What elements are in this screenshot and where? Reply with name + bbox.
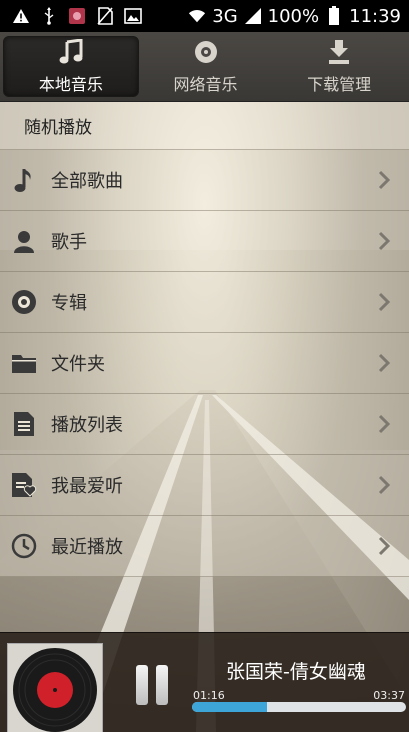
menu-item-all-songs[interactable]: 全部歌曲 [0,150,409,211]
status-bar: 3G 100% 11:39 [0,0,409,32]
network-type: 3G [212,5,238,27]
pause-icon [136,665,148,705]
total-time: 03:37 [373,689,405,702]
song-title: 张国荣-倩女幽魂 [226,661,366,683]
usb-icon [40,7,58,25]
tab-online-music[interactable]: 网络音乐 [139,36,273,97]
signal-icon [244,7,262,25]
menu-item-folders[interactable]: 文件夹 [0,333,409,394]
clock-icon [11,533,37,559]
progress-fill [192,702,267,712]
menu-item-label: 全部歌曲 [51,171,123,192]
app-notification-icon [68,7,86,25]
battery-percent: 100% [267,5,320,27]
chevron-right-icon [378,475,391,495]
chevron-right-icon [378,170,391,190]
vinyl-record-icon [13,648,97,732]
folder-icon [11,350,37,376]
tab-label: 本地音乐 [38,74,103,94]
album-art[interactable] [7,643,103,732]
chevron-right-icon [378,292,391,312]
menu-item-recent[interactable]: 最近播放 [0,516,409,577]
menu-item-artists[interactable]: 歌手 [0,211,409,272]
image-icon [124,7,142,25]
music-note-icon [11,167,37,193]
favorite-list-icon [11,472,37,498]
library-menu: 全部歌曲 歌手 专辑 文件夹 播放列表 我最爱听 最近播放 [0,150,409,577]
wifi-icon [188,7,206,25]
menu-item-label: 文件夹 [51,354,105,375]
menu-item-label: 歌手 [51,232,87,253]
chevron-right-icon [378,353,391,373]
menu-item-favorites[interactable]: 我最爱听 [0,455,409,516]
tab-download-manager[interactable]: 下载管理 [272,36,406,97]
menu-item-label: 我最爱听 [51,476,123,497]
chevron-right-icon [378,536,391,556]
tab-local-music[interactable]: 本地音乐 [3,36,139,97]
pause-button[interactable] [135,665,169,705]
tab-label: 网络音乐 [173,74,238,94]
menu-item-label: 专辑 [51,293,87,314]
chevron-right-icon [378,414,391,434]
tab-label: 下载管理 [307,74,372,94]
shuffle-label: 随机播放 [24,118,92,138]
now-playing-bar: 张国荣-倩女幽魂 01:16 03:37 [0,632,409,732]
menu-item-playlists[interactable]: 播放列表 [0,394,409,455]
album-icon [11,289,37,315]
warning-icon [12,7,30,25]
top-tab-bar: 本地音乐 网络音乐 下载管理 [0,32,409,102]
menu-item-label: 播放列表 [51,415,123,436]
menu-item-albums[interactable]: 专辑 [0,272,409,333]
playlist-icon [11,411,37,437]
menu-item-label: 最近播放 [51,537,123,558]
shuffle-play-button[interactable]: 随机播放 [0,102,409,150]
music-note-icon [57,38,85,65]
clock: 11:39 [349,5,401,27]
progress-bar[interactable] [192,702,406,712]
download-icon [325,39,353,65]
chevron-right-icon [378,231,391,251]
person-icon [11,228,37,254]
disc-icon [192,39,220,65]
battery-icon [325,6,343,25]
elapsed-time: 01:16 [193,689,225,702]
no-sim-icon [96,7,114,25]
